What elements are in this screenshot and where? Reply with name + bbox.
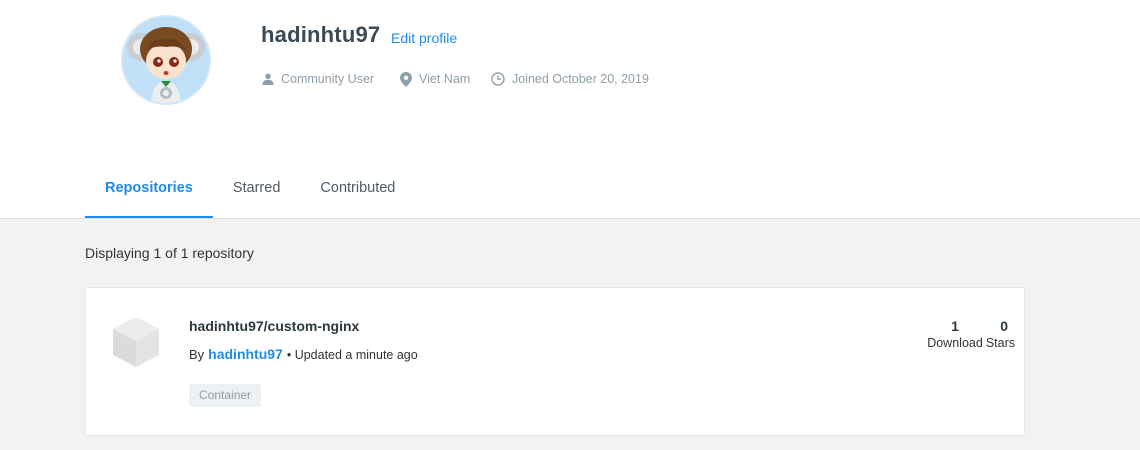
stars-label: Stars [985, 336, 1015, 350]
repository-updated: • Updated a minute ago [286, 348, 418, 362]
profile-location: Viet Nam [400, 70, 470, 88]
tab-starred[interactable]: Starred [213, 160, 301, 218]
results-count: Displaying 1 of 1 repository [85, 245, 254, 261]
location-pin-icon [400, 71, 412, 87]
stars-count: 0 [1000, 318, 1008, 334]
edit-profile-link[interactable]: Edit profile [391, 30, 457, 46]
profile-role-text: Community User [281, 72, 375, 86]
user-icon [262, 73, 274, 85]
by-label: By [189, 347, 205, 362]
profile-header: hadinhtu97 Edit profile Community User V… [0, 0, 1140, 219]
avatar [121, 15, 211, 105]
profile-username: hadinhtu97 [261, 22, 381, 47]
tab-contributed[interactable]: Contributed [300, 160, 415, 218]
repository-owner-link[interactable]: hadinhtu97 [208, 346, 283, 362]
tab-repositories[interactable]: Repositories [85, 160, 213, 218]
profile-role: Community User [262, 70, 374, 88]
profile-tabs: Repositories Starred Contributed [85, 160, 415, 218]
repository-byline: By hadinhtu97 • Updated a minute ago [189, 346, 418, 362]
clock-icon [491, 72, 505, 86]
stars-stat: 0 Stars [978, 318, 1015, 350]
profile-location-text: Viet Nam [419, 72, 471, 86]
avatar-image [123, 17, 209, 103]
profile-joined-text: Joined October 20, 2019 [512, 72, 649, 86]
repository-card[interactable]: hadinhtu97/custom-nginx By hadinhtu97 • … [85, 287, 1025, 436]
repository-type-badge: Container [189, 384, 262, 407]
profile-joined: Joined October 20, 2019 [491, 70, 649, 88]
repository-name[interactable]: hadinhtu97/custom-nginx [189, 318, 359, 334]
repository-cube-icon [113, 317, 159, 367]
